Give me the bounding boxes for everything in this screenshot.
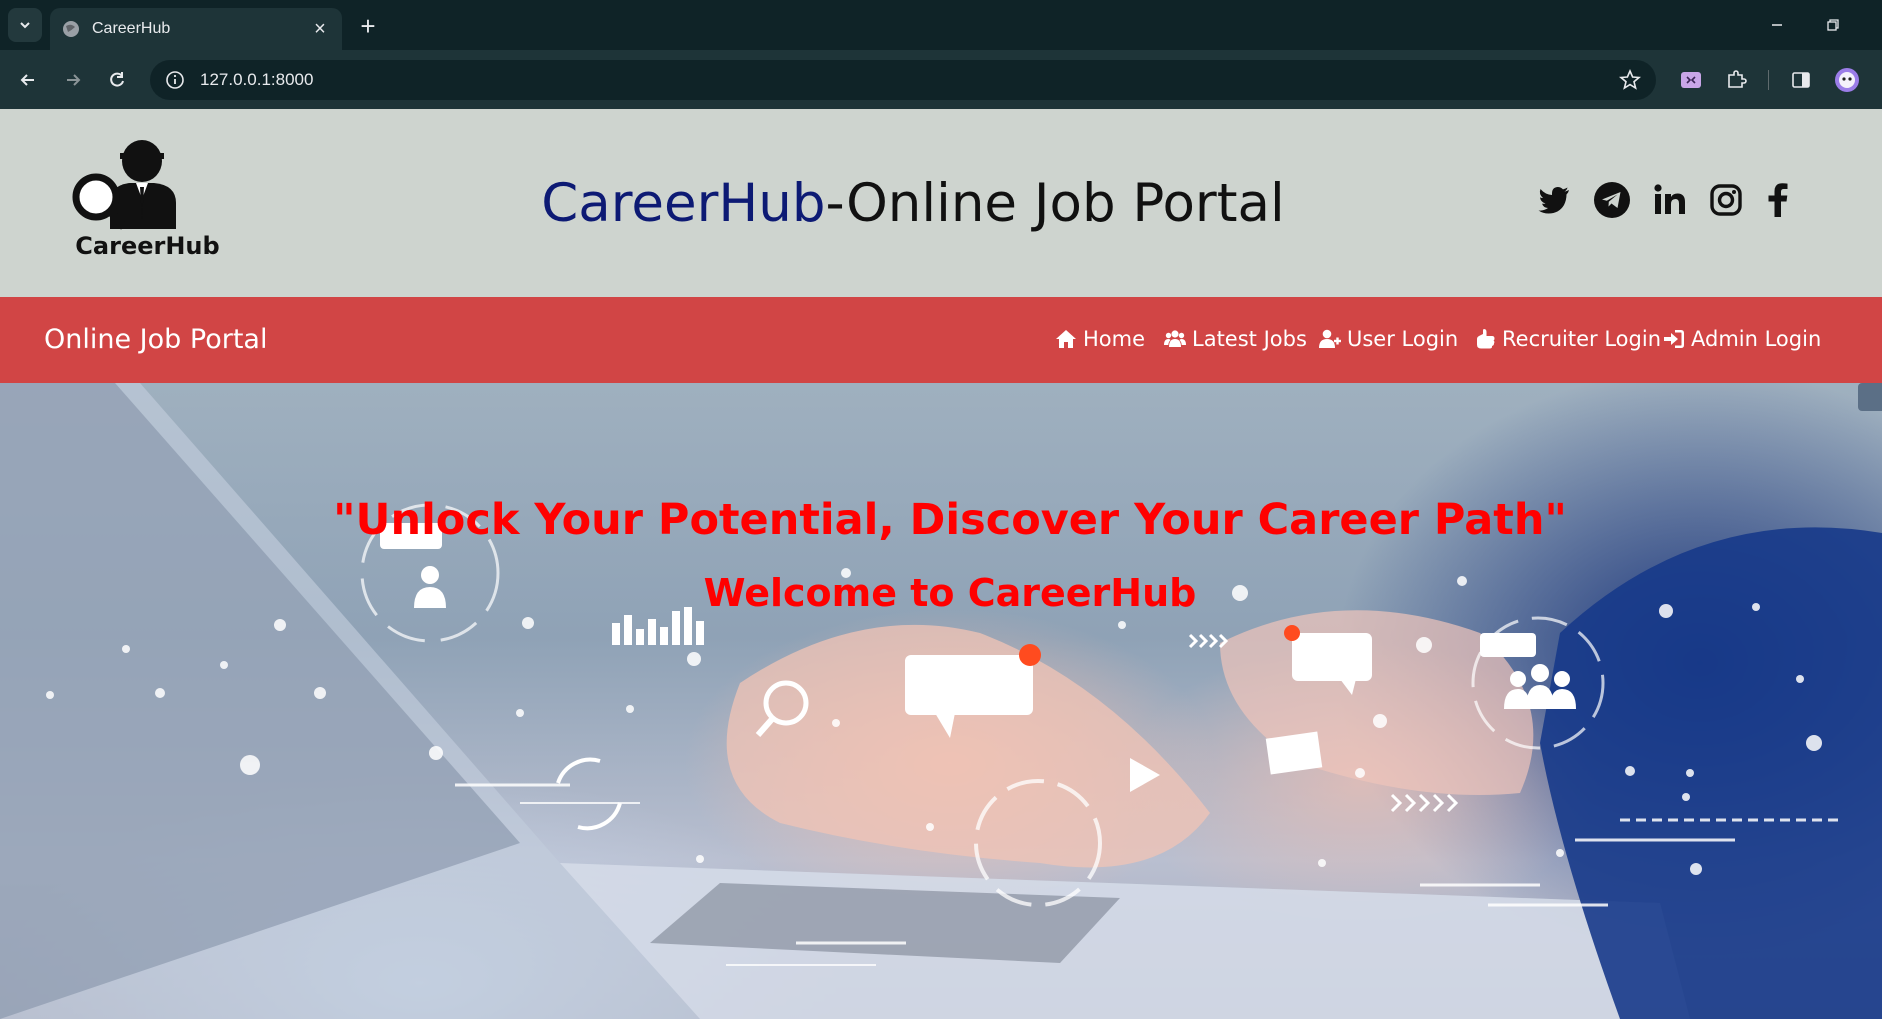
- hero-background-illustration: [0, 383, 1882, 1019]
- site-title-brand: CareerHub: [541, 173, 826, 234]
- extensions-menu-button[interactable]: [1721, 65, 1751, 95]
- floating-extension-tab[interactable]: [1858, 383, 1882, 411]
- instagram-link[interactable]: [1708, 182, 1744, 218]
- sign-in-icon: [1664, 330, 1684, 348]
- home-icon: [1056, 330, 1076, 348]
- extension-app-icon: [1681, 72, 1701, 88]
- telegram-icon: [1594, 182, 1630, 218]
- browser-tab[interactable]: CareerHub ×: [50, 8, 342, 50]
- nav-home-label: Home: [1083, 327, 1146, 351]
- profile-button[interactable]: [1832, 65, 1862, 95]
- linkedin-link[interactable]: [1652, 182, 1688, 218]
- address-bar[interactable]: 127.0.0.1:8000: [150, 60, 1656, 100]
- browser-tabstrip: CareerHub × +: [0, 0, 1882, 50]
- site-title-rest: -Online Job Portal: [825, 173, 1285, 234]
- web-page: CareerHub CareerHub-Online Job Portal On…: [0, 109, 1882, 1019]
- user-plus-icon: [1319, 329, 1341, 348]
- site-header: CareerHub CareerHub-Online Job Portal: [0, 109, 1882, 297]
- twitter-icon: [1538, 187, 1569, 214]
- nav-user-login-label: User Login: [1347, 327, 1459, 351]
- nav-home[interactable]: Home: [1055, 327, 1145, 351]
- site-info-icon[interactable]: [164, 69, 186, 91]
- linkedin-icon: [1654, 184, 1685, 214]
- facebook-icon: [1768, 183, 1788, 217]
- logo-text: CareerHub: [75, 232, 220, 260]
- nav-latest-jobs-label: Latest Jobs: [1192, 327, 1307, 351]
- minimize-window-button[interactable]: [1757, 10, 1797, 40]
- nav-user-login[interactable]: User Login: [1319, 327, 1458, 351]
- forward-button[interactable]: [55, 62, 91, 98]
- nav-admin-login-label: Admin Login: [1691, 327, 1822, 351]
- arrow-right-icon: [67, 74, 81, 86]
- restore-icon: [1827, 19, 1839, 31]
- avatar: [1835, 68, 1859, 92]
- globe-icon: [63, 21, 79, 37]
- side-panel-icon: [1792, 72, 1810, 88]
- nav-admin-login[interactable]: Admin Login: [1663, 327, 1821, 351]
- nav-recruiter-login-label: Recruiter Login: [1502, 327, 1662, 351]
- minimize-icon: [1772, 24, 1782, 26]
- bookmark-star-icon[interactable]: [1618, 68, 1642, 92]
- new-tab-button[interactable]: +: [352, 10, 384, 42]
- reload-icon: [110, 72, 124, 87]
- puzzle-icon: [1728, 70, 1747, 88]
- handshake-icon: [1477, 329, 1495, 349]
- instagram-icon: [1710, 184, 1742, 216]
- twitter-link[interactable]: [1536, 182, 1572, 218]
- url-text: 127.0.0.1:8000: [200, 70, 314, 89]
- tab-search-button[interactable]: [8, 8, 42, 42]
- facebook-link[interactable]: [1760, 182, 1796, 218]
- restore-window-button[interactable]: [1813, 10, 1853, 40]
- arrow-left-icon: [20, 74, 34, 86]
- nav-latest-jobs[interactable]: Latest Jobs: [1164, 327, 1307, 351]
- nav-recruiter-login[interactable]: Recruiter Login: [1474, 327, 1661, 351]
- reload-button[interactable]: [99, 62, 135, 98]
- hero-welcome: Welcome to CareerHub: [703, 571, 1197, 615]
- back-button[interactable]: [10, 62, 46, 98]
- close-tab-icon[interactable]: ×: [310, 18, 330, 40]
- extension-button[interactable]: [1676, 65, 1706, 95]
- tab-title: CareerHub: [92, 20, 171, 37]
- chevron-down-icon: [20, 22, 30, 29]
- main-navbar: Online Job Portal Home Latest Jobs User …: [0, 297, 1882, 383]
- navbar-brand[interactable]: Online Job Portal: [44, 324, 267, 355]
- browser-toolbar: 127.0.0.1:8000: [0, 50, 1882, 109]
- telegram-link[interactable]: [1594, 182, 1630, 218]
- users-icon: [1164, 330, 1186, 347]
- toolbar-divider: [1768, 70, 1769, 90]
- hero-banner: "Unlock Your Potential, Discover Your Ca…: [0, 383, 1882, 1019]
- side-panel-button[interactable]: [1786, 65, 1816, 95]
- hero-quote: "Unlock Your Potential, Discover Your Ca…: [333, 495, 1567, 545]
